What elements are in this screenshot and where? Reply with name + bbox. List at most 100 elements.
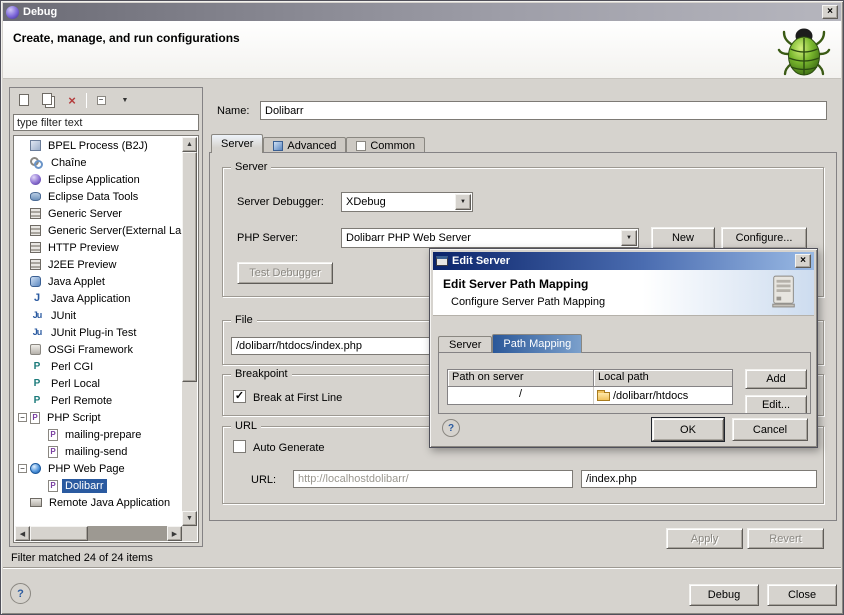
dialog-icon [436, 256, 448, 266]
column-header-local-path[interactable]: Local path [594, 370, 732, 387]
toolbar-separator [86, 93, 87, 108]
configurations-tree: BPEL Process (B2J) Chaîne Eclipse Applic… [13, 135, 199, 543]
tree-item-remote-java-application[interactable]: Remote Java Application [15, 494, 182, 511]
edit-server-title: Edit Server [452, 255, 795, 267]
url-base-input[interactable] [293, 470, 573, 488]
tab-server-settings[interactable]: Server [438, 336, 492, 353]
server-debugger-combo[interactable]: XDebug ▼ [341, 192, 473, 212]
vertical-scrollbar-thumb[interactable] [182, 152, 197, 382]
http-preview-icon [30, 242, 41, 253]
path-mapping-content: Path on server Local path / /dolibarr/ht… [438, 352, 811, 414]
scroll-down-icon[interactable]: ▼ [182, 511, 197, 526]
config-tabbar: Server Advanced Common [211, 134, 425, 153]
edit-server-dialog: Edit Server × Edit Server Path Mapping C… [429, 248, 818, 448]
collapse-all-icon[interactable]: − [91, 91, 111, 110]
tree-item-perl-remote[interactable]: PPerl Remote [15, 392, 182, 409]
tree-item-perl-cgi[interactable]: PPerl CGI [15, 358, 182, 375]
tree-item-mailing-send[interactable]: Pmailing-send [15, 443, 182, 460]
collapse-toggle-icon[interactable]: − [18, 413, 27, 422]
tree-item-eclipse-data-tools[interactable]: Eclipse Data Tools [15, 188, 182, 205]
php-server-combo[interactable]: Dolibarr PHP Web Server ▼ [341, 228, 639, 248]
osgi-framework-icon [30, 344, 41, 355]
tree-item-java-application[interactable]: JJava Application [15, 290, 182, 307]
ok-button[interactable]: OK [652, 418, 724, 441]
php-file-icon: P [48, 429, 58, 441]
tree-item-osgi-framework[interactable]: OSGi Framework [15, 341, 182, 358]
tree-item-chaine[interactable]: Chaîne [15, 154, 182, 171]
java-applet-icon [30, 276, 41, 287]
close-icon[interactable]: × [795, 254, 811, 268]
tree-item-dolibarr[interactable]: PDolibarr [15, 477, 182, 494]
edit-mapping-button[interactable]: Edit... [745, 395, 807, 414]
url-path-input[interactable] [581, 470, 817, 488]
edit-server-heading: Edit Server Path Mapping [443, 277, 588, 291]
window-title: Debug [23, 6, 822, 18]
tree-item-generic-server-external[interactable]: Generic Server(External La [15, 222, 182, 239]
tree-horizontal-scrollbar[interactable]: ◀ ▶ [15, 526, 182, 541]
new-server-button[interactable]: New [651, 227, 715, 249]
junit-icon: Ju [30, 309, 44, 322]
tree-item-java-applet[interactable]: Java Applet [15, 273, 182, 290]
tree-item-generic-server[interactable]: Generic Server [15, 205, 182, 222]
close-button[interactable]: Close [767, 584, 837, 606]
tab-common[interactable]: Common [346, 137, 425, 153]
debug-button[interactable]: Debug [689, 584, 759, 606]
chevron-down-icon[interactable]: ▼ [621, 230, 637, 246]
title-bar[interactable]: Debug × [3, 3, 841, 21]
horizontal-scrollbar-thumb[interactable] [30, 526, 88, 541]
tree-item-php-web-page[interactable]: −PHP Web Page [15, 460, 182, 477]
cancel-button[interactable]: Cancel [732, 418, 808, 441]
header-banner: Create, manage, and run configurations [3, 21, 841, 79]
tree-item-j2ee-preview[interactable]: J2EE Preview [15, 256, 182, 273]
perl-local-icon: P [30, 377, 44, 390]
generic-server-icon [30, 208, 41, 219]
test-debugger-button[interactable]: Test Debugger [237, 262, 333, 284]
generic-server-external-icon [30, 225, 41, 236]
close-icon[interactable]: × [822, 5, 838, 19]
scroll-right-icon[interactable]: ▶ [167, 526, 182, 541]
tab-path-mapping[interactable]: Path Mapping [492, 334, 582, 353]
filter-status-text: Filter matched 24 of 24 items [11, 552, 153, 564]
tab-server[interactable]: Server [211, 134, 263, 153]
tree-item-bpel-process[interactable]: BPEL Process (B2J) [15, 137, 182, 154]
tree-item-perl-local[interactable]: PPerl Local [15, 375, 182, 392]
tab-advanced[interactable]: Advanced [263, 137, 346, 153]
add-mapping-button[interactable]: Add [745, 369, 807, 389]
tree-item-eclipse-application[interactable]: Eclipse Application [15, 171, 182, 188]
tree-item-php-script[interactable]: −PPHP Script [15, 409, 182, 426]
path-mapping-row[interactable]: / /dolibarr/htdocs [448, 387, 732, 404]
perl-remote-icon: P [30, 394, 44, 407]
j2ee-preview-icon [30, 259, 41, 270]
revert-button[interactable]: Revert [747, 528, 824, 549]
tree-item-junit[interactable]: JuJUnit [15, 307, 182, 324]
scroll-left-icon[interactable]: ◀ [15, 526, 30, 541]
tree-item-http-preview[interactable]: HTTP Preview [15, 239, 182, 256]
collapse-toggle-icon[interactable]: − [18, 464, 27, 473]
delete-configuration-icon[interactable]: × [62, 91, 82, 110]
server-debugger-label: Server Debugger: [237, 196, 324, 208]
filter-menu-icon[interactable]: ▼ [115, 91, 135, 110]
edit-server-title-bar[interactable]: Edit Server × [433, 252, 814, 270]
tree-vertical-scrollbar[interactable]: ▲ ▼ [182, 137, 197, 526]
debug-dialog-window: Debug × Create, manage, and run configur… [0, 0, 844, 615]
tree-item-mailing-prepare[interactable]: Pmailing-prepare [15, 426, 182, 443]
new-configuration-icon[interactable] [14, 91, 34, 110]
help-button[interactable]: ? [442, 419, 460, 437]
duplicate-configuration-icon[interactable] [38, 91, 58, 110]
advanced-tab-icon [273, 141, 283, 151]
help-button[interactable]: ? [10, 583, 31, 604]
configure-server-button[interactable]: Configure... [721, 227, 807, 249]
chevron-down-icon[interactable]: ▼ [455, 194, 471, 210]
tree-item-junit-plugin-test[interactable]: JuJUnit Plug-in Test [15, 324, 182, 341]
java-application-icon: J [30, 292, 44, 305]
edit-server-tabbar: Server Path Mapping [438, 334, 582, 353]
banner-title: Create, manage, and run configurations [13, 31, 240, 45]
scroll-up-icon[interactable]: ▲ [182, 137, 197, 152]
auto-generate-checkbox[interactable] [233, 440, 246, 453]
apply-button[interactable]: Apply [666, 528, 743, 549]
edit-server-banner: Edit Server Path Mapping Configure Serve… [433, 270, 814, 316]
break-at-first-line-checkbox[interactable]: ✓ [233, 390, 246, 403]
name-input[interactable] [260, 101, 827, 120]
column-header-path-on-server[interactable]: Path on server [448, 370, 594, 387]
filter-input[interactable] [13, 114, 199, 131]
